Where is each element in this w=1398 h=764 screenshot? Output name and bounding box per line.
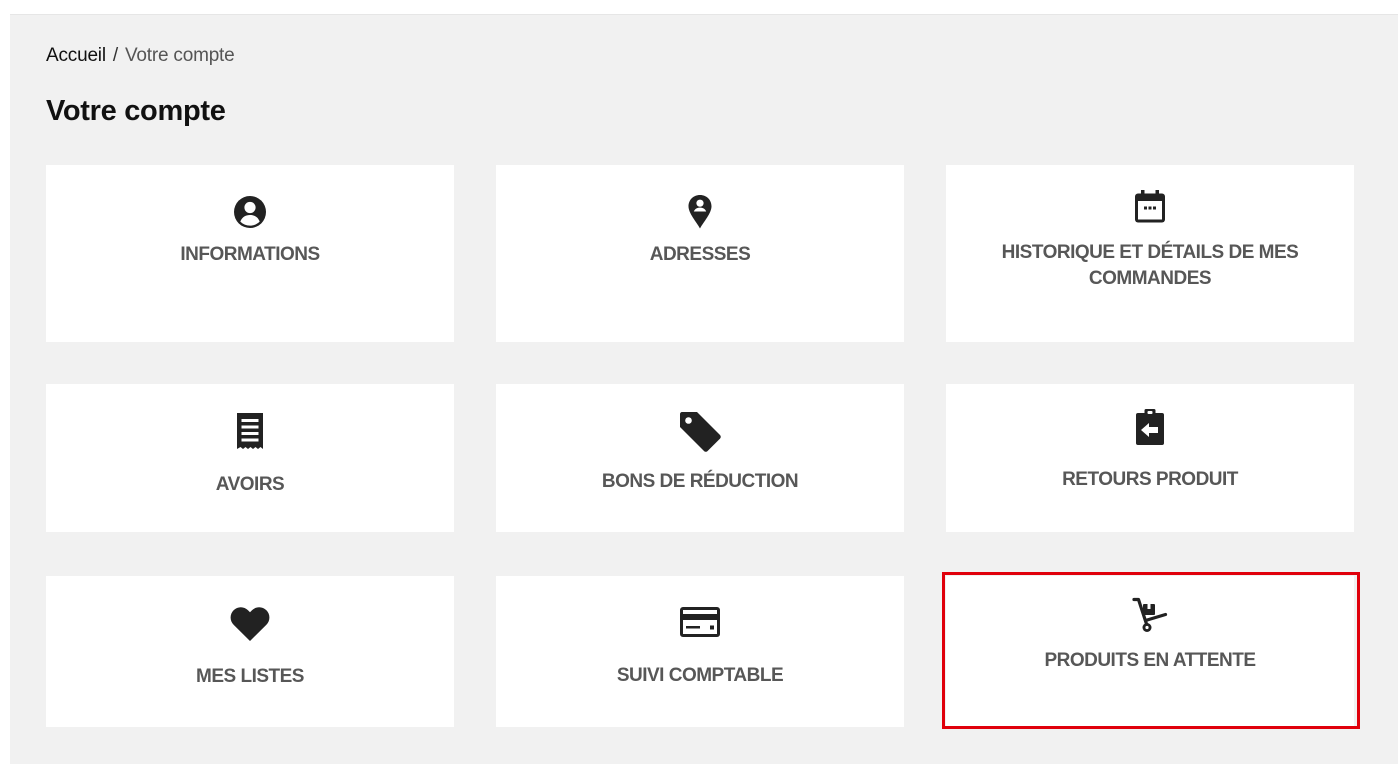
card-avoirs[interactable]: AVOIRS <box>46 384 454 532</box>
account-page: Accueil / Votre compte Votre compte INFORM… <box>10 14 1398 764</box>
breadcrumb: Accueil / Votre compte <box>46 45 235 67</box>
tag-icon <box>678 410 722 452</box>
breadcrumb-separator: / <box>112 45 118 66</box>
map-marker-icon <box>687 194 713 230</box>
card-label: INFORMATIONS <box>180 244 320 265</box>
card-mes-listes[interactable]: MES LISTES <box>46 576 454 727</box>
breadcrumb-current: Votre compte <box>124 45 235 66</box>
card-adresses[interactable]: ADRESSES <box>496 165 904 342</box>
card-label: BONS DE RÉDUCTION <box>601 471 799 492</box>
card-label: RETOURS PRODUIT <box>1062 469 1238 490</box>
card-label: MES LISTES <box>196 666 304 687</box>
receipt-icon <box>236 412 264 450</box>
highlight-annotation-box <box>942 572 1360 729</box>
clipboard-return-icon <box>1135 408 1165 446</box>
heart-icon <box>230 606 270 642</box>
calendar-icon <box>1134 189 1166 223</box>
card-label: HISTORIQUE ET DÉTAILS DE MES COMMANDES <box>1001 242 1299 290</box>
card-suivi-comptable[interactable]: SUIVI COMPTABLE <box>496 576 904 727</box>
user-circle-icon <box>233 195 267 229</box>
credit-card-icon <box>679 606 721 638</box>
card-retours-produit[interactable]: RETOURS PRODUIT <box>946 384 1354 532</box>
card-label: ADRESSES <box>649 244 751 265</box>
card-label: SUIVI COMPTABLE <box>616 665 784 686</box>
card-label: AVOIRS <box>215 474 285 495</box>
card-historique-commandes[interactable]: HISTORIQUE ET DÉTAILS DE MES COMMANDES <box>946 165 1354 342</box>
card-bons-de-reduction[interactable]: BONS DE RÉDUCTION <box>496 384 904 532</box>
page-title: Votre compte <box>46 95 226 127</box>
breadcrumb-home-link[interactable]: Accueil <box>46 45 106 66</box>
card-informations[interactable]: INFORMATIONS <box>46 165 454 342</box>
